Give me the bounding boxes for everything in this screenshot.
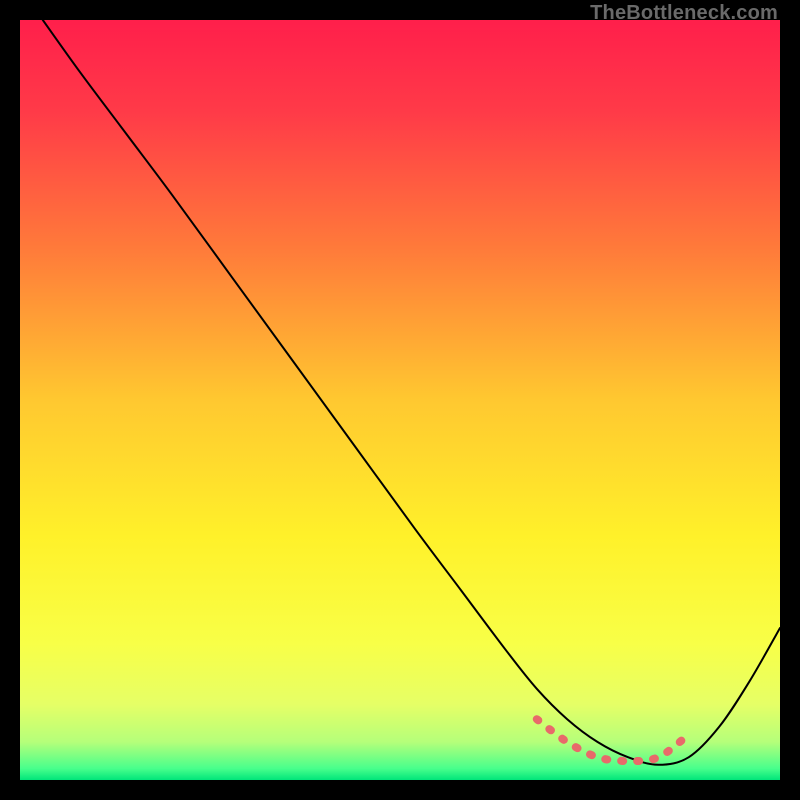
watermark-text: TheBottleneck.com (590, 2, 778, 25)
bottleneck-chart (20, 20, 780, 780)
chart-background (20, 20, 780, 780)
chart-frame (20, 20, 780, 780)
